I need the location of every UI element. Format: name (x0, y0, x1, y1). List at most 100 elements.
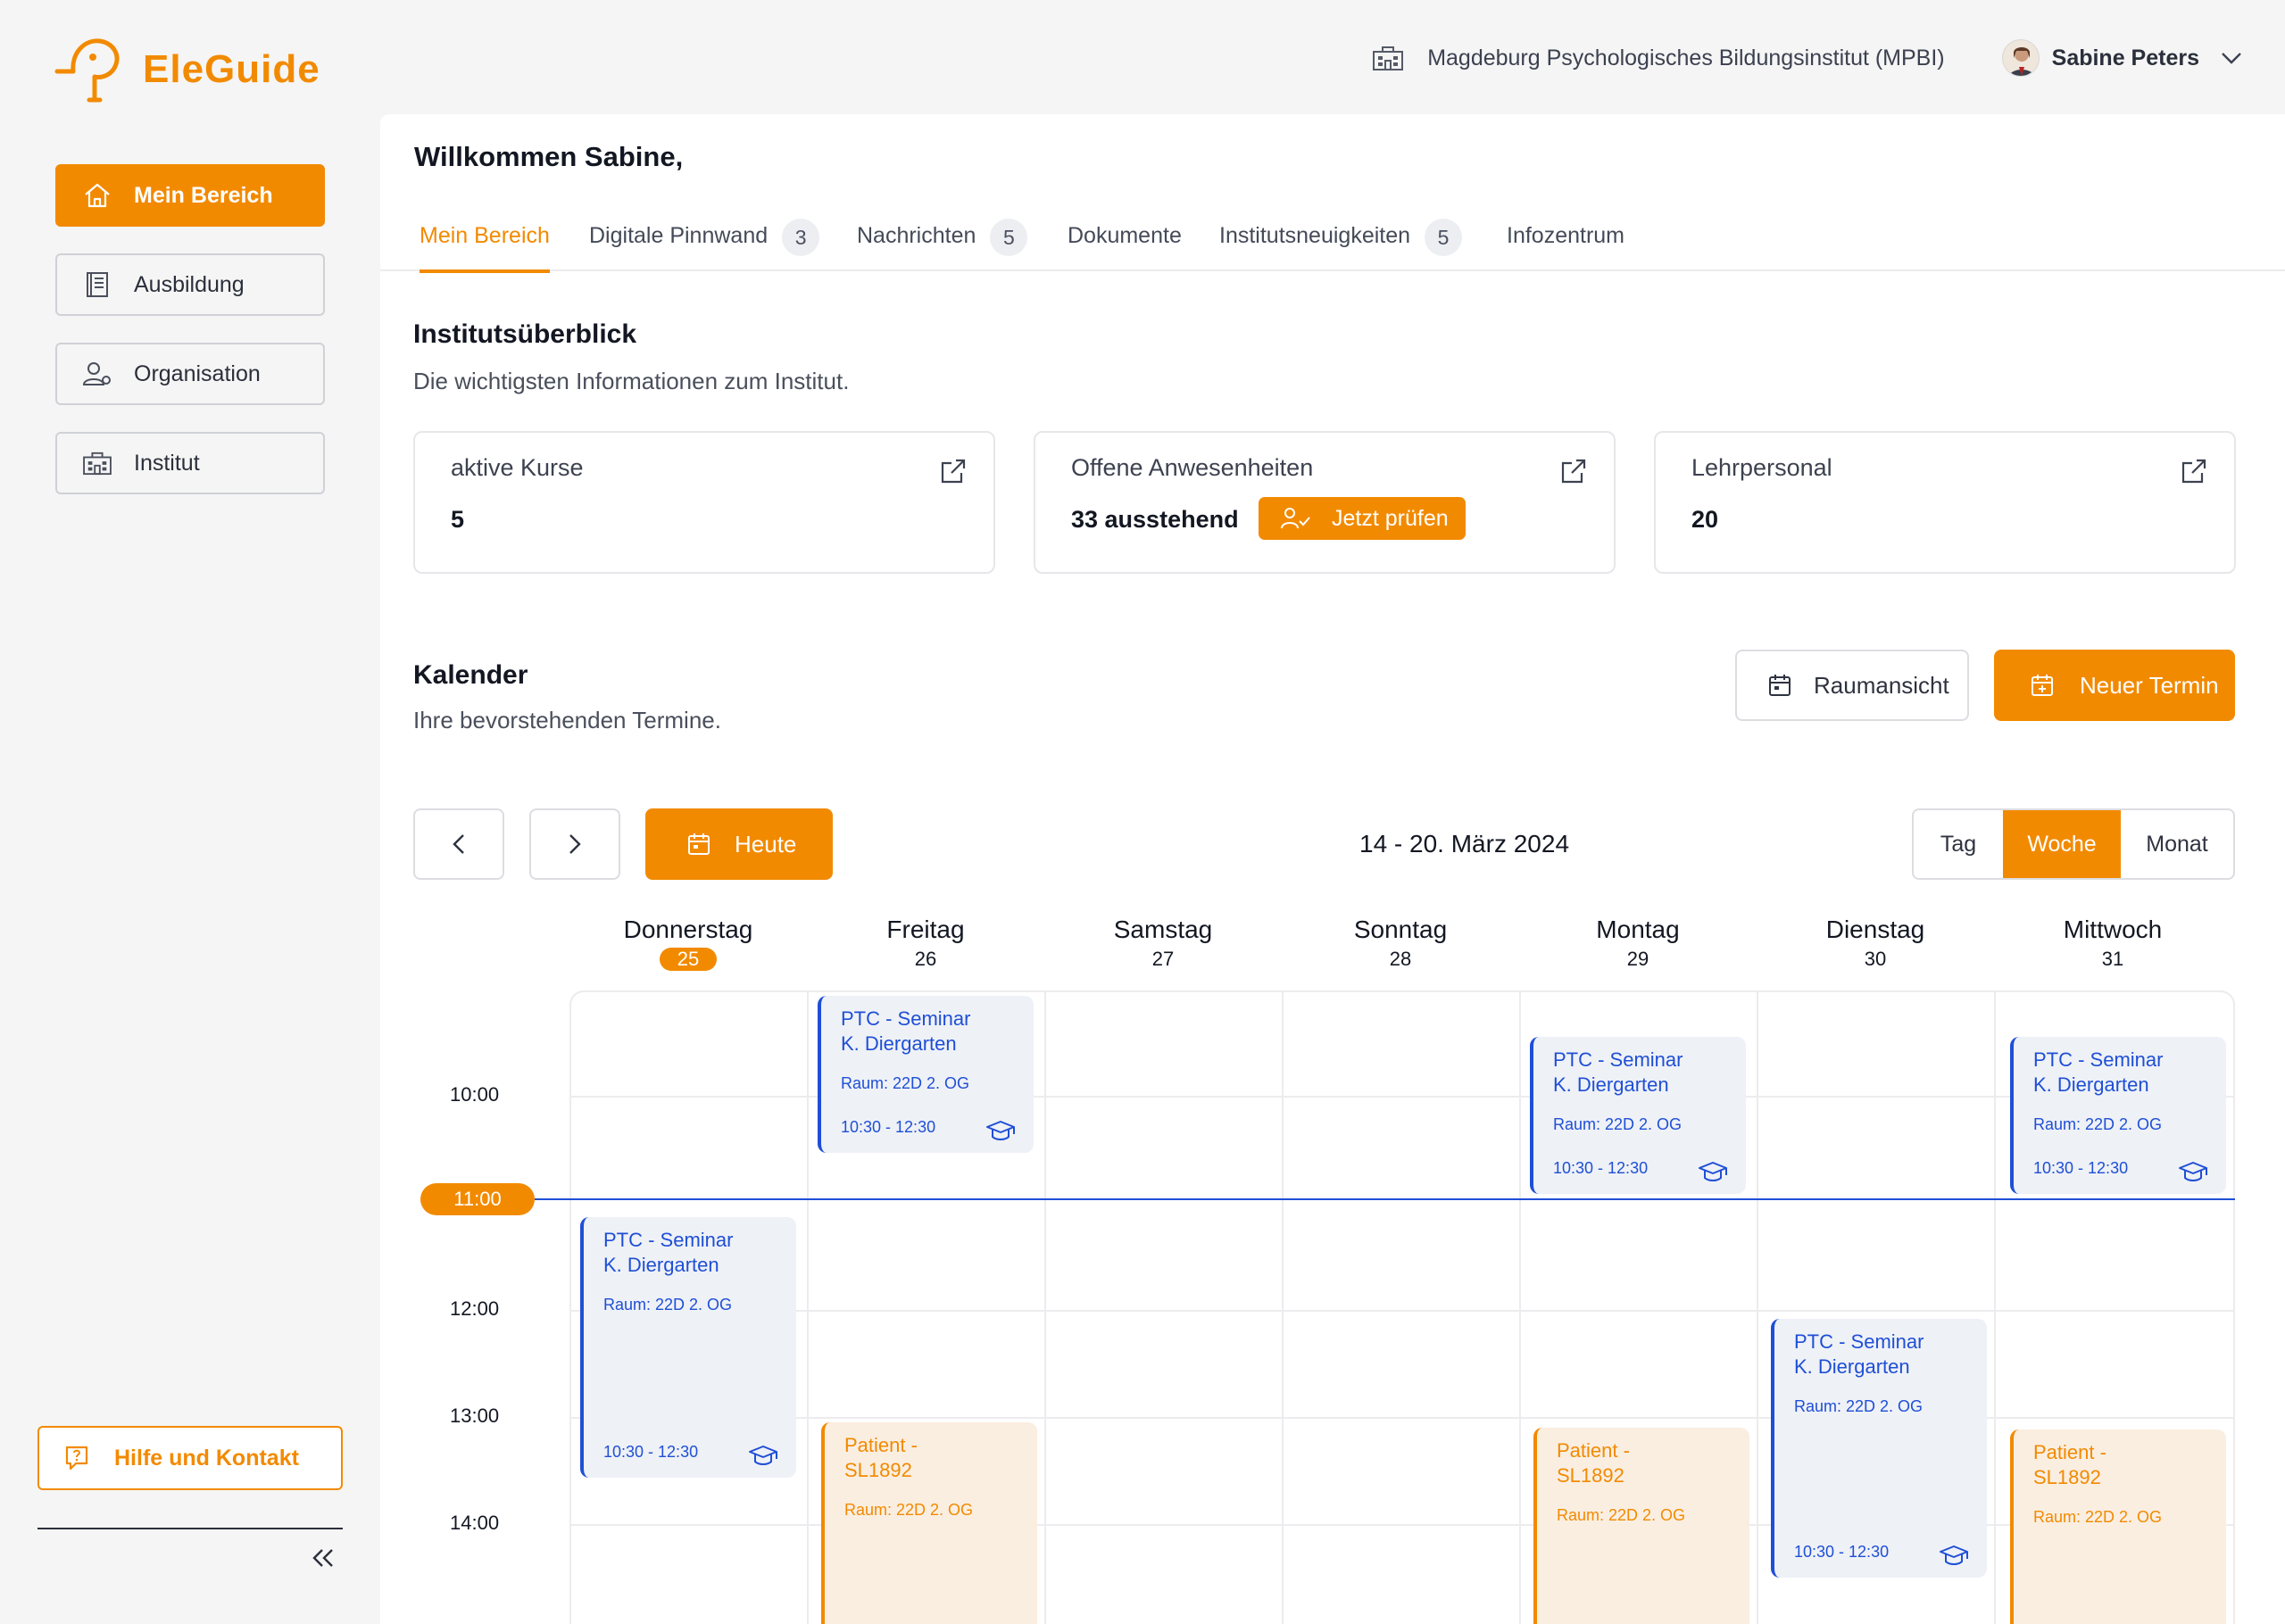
event-teacher: K. Diergarten (2033, 1073, 2149, 1096)
card-title: Lehrpersonal (1691, 454, 1832, 481)
external-link-icon[interactable] (2181, 458, 2207, 485)
calendar-event[interactable]: PTC - Seminar K. Diergarten Raum: 22D 2.… (1530, 1037, 1746, 1194)
day-header[interactable]: Sonntag 28 (1282, 916, 1519, 971)
card-lehrpersonal[interactable]: Lehrpersonal 20 (1654, 431, 2236, 574)
day-header[interactable]: Donnerstag 25 (569, 916, 807, 971)
sidebar-item-institut[interactable]: Institut (55, 432, 325, 494)
tab-institutsneuigkeiten[interactable]: Institutsneuigkeiten 5 (1219, 219, 1463, 271)
event-title: PTC - Seminar (1794, 1330, 1924, 1353)
user-menu[interactable]: Sabine Peters (2001, 39, 2242, 77)
calendar-event[interactable]: Patient - SL1892 Raum: 22D 2. OG (1533, 1428, 1749, 1624)
card-value: 20 (1691, 506, 1719, 533)
tab-label: Mein Bereich (420, 223, 550, 248)
calendar-icon (1767, 673, 1792, 698)
day-name: Freitag (886, 916, 965, 943)
day-number: 28 (1389, 948, 1412, 970)
tab-nachrichten[interactable]: Nachrichten 5 (857, 219, 1028, 271)
day-name: Sonntag (1353, 916, 1448, 943)
day-number: 25 (659, 948, 718, 971)
event-title: PTC - Seminar (603, 1229, 734, 1251)
card-offene-anwesenheiten[interactable]: Offene Anwesenheiten 33 ausstehend Jetzt… (1034, 431, 1616, 574)
help-label: Hilfe und Kontakt (114, 1445, 299, 1471)
event-time: 10:30 - 12:30 (1794, 1543, 1890, 1561)
tab-mein-bereich[interactable]: Mein Bereich (420, 220, 550, 273)
day-name: Mittwoch (2063, 916, 2163, 943)
view-week-button[interactable]: Woche (2003, 810, 2121, 878)
event-time: 10:30 - 12:30 (603, 1443, 699, 1461)
room-view-button[interactable]: Raumansicht (1735, 650, 1969, 721)
column-divider (807, 992, 809, 1624)
building-icon (1372, 45, 1404, 71)
event-teacher: K. Diergarten (1553, 1073, 1669, 1096)
check-now-button[interactable]: Jetzt prüfen (1259, 497, 1466, 540)
week-grid[interactable]: PTC - Seminar K. Diergarten Raum: 22D 2.… (569, 990, 2235, 1624)
day-name: Donnerstag (623, 916, 753, 943)
event-room: Raum: 22D 2. OG (844, 1501, 974, 1519)
today-button[interactable]: Heute (645, 808, 833, 880)
chevron-right-icon (569, 834, 581, 854)
time-label: 14:00 (450, 1512, 500, 1534)
card-aktive-kurse[interactable]: aktive Kurse 5 (413, 431, 995, 574)
event-title: PTC - Seminar (841, 1007, 971, 1030)
calendar-event[interactable]: Patient - SL1892 Raum: 22D 2. OG (821, 1422, 1037, 1624)
external-link-icon[interactable] (1560, 458, 1587, 485)
sidebar-item-ausbildung[interactable]: Ausbildung (55, 253, 325, 316)
sidebar-item-label: Mein Bereich (134, 182, 273, 208)
date-range: 14 - 20. März 2024 (1359, 830, 1570, 858)
chevron-down-icon (2221, 52, 2242, 64)
help-contact-button[interactable]: Hilfe und Kontakt (37, 1426, 343, 1490)
calendar-subtitle: Ihre bevorstehenden Termine. (413, 707, 721, 733)
sidebar-item-organisation[interactable]: Organisation (55, 343, 325, 405)
event-patient-id: SL1892 (2033, 1466, 2101, 1488)
next-week-button[interactable] (529, 808, 620, 880)
day-header[interactable]: Samstag 27 (1044, 916, 1282, 971)
new-event-label: Neuer Termin (2080, 671, 2219, 699)
user-check-icon (1280, 507, 1310, 530)
day-header[interactable]: Dienstag 30 (1757, 916, 1994, 971)
tab-digitale-pinnwand[interactable]: Digitale Pinnwand 3 (589, 219, 820, 271)
event-teacher: K. Diergarten (1794, 1355, 1910, 1378)
sidebar-item-label: Organisation (134, 360, 261, 386)
card-value: 5 (451, 506, 465, 533)
new-event-button[interactable]: Neuer Termin (1994, 650, 2235, 721)
card-title: aktive Kurse (451, 454, 584, 481)
collapse-sidebar-icon[interactable] (309, 1544, 337, 1572)
calendar-event[interactable]: Patient - SL1892 Raum: 22D 2. OG (2010, 1429, 2226, 1624)
event-time: 10:30 - 12:30 (841, 1118, 936, 1136)
calendar-event[interactable]: PTC - Seminar K. Diergarten Raum: 22D 2.… (580, 1217, 796, 1478)
day-header[interactable]: Freitag 26 (807, 916, 1044, 971)
view-month-button[interactable]: Monat (2121, 810, 2233, 878)
calendar-event[interactable]: PTC - Seminar K. Diergarten Raum: 22D 2.… (1771, 1319, 1987, 1578)
tab-infozentrum[interactable]: Infozentrum (1507, 220, 1624, 271)
graduation-cap-icon (748, 1444, 778, 1467)
app-logo[interactable]: EleGuide (54, 36, 320, 104)
external-link-icon[interactable] (940, 458, 967, 485)
time-label: 10:00 (450, 1083, 500, 1106)
time-label: 13:00 (450, 1404, 500, 1427)
sidebar-item-label: Ausbildung (134, 271, 245, 297)
day-header[interactable]: Montag 29 (1519, 916, 1757, 971)
event-teacher: K. Diergarten (841, 1032, 957, 1055)
tab-label: Nachrichten (857, 223, 976, 248)
day-header[interactable]: Mittwoch 31 (1994, 916, 2231, 971)
count-badge: 3 (782, 219, 820, 256)
event-teacher: K. Diergarten (603, 1254, 719, 1276)
current-time-line (535, 1198, 2235, 1200)
column-divider (1994, 992, 1996, 1624)
sidebar-item-mein-bereich[interactable]: Mein Bereich (55, 164, 325, 227)
column-divider (1282, 992, 1284, 1624)
prev-week-button[interactable] (413, 808, 504, 880)
sidebar-divider (37, 1528, 343, 1529)
tab-dokumente[interactable]: Dokumente (1068, 220, 1182, 271)
event-room: Raum: 22D 2. OG (1557, 1506, 1686, 1524)
card-value: 33 ausstehend (1071, 506, 1239, 533)
hour-line (571, 1310, 2233, 1312)
home-icon (82, 180, 112, 211)
institute-selector[interactable]: Magdeburg Psychologisches Bildungsinstit… (1372, 45, 1945, 71)
event-room: Raum: 22D 2. OG (1553, 1115, 1683, 1133)
calendar-event[interactable]: PTC - Seminar K. Diergarten Raum: 22D 2.… (818, 996, 1034, 1153)
calendar-event[interactable]: PTC - Seminar K. Diergarten Raum: 22D 2.… (2010, 1037, 2226, 1194)
calendar-icon (686, 832, 711, 857)
graduation-cap-icon (1698, 1160, 1728, 1183)
view-day-button[interactable]: Tag (1914, 810, 2003, 878)
